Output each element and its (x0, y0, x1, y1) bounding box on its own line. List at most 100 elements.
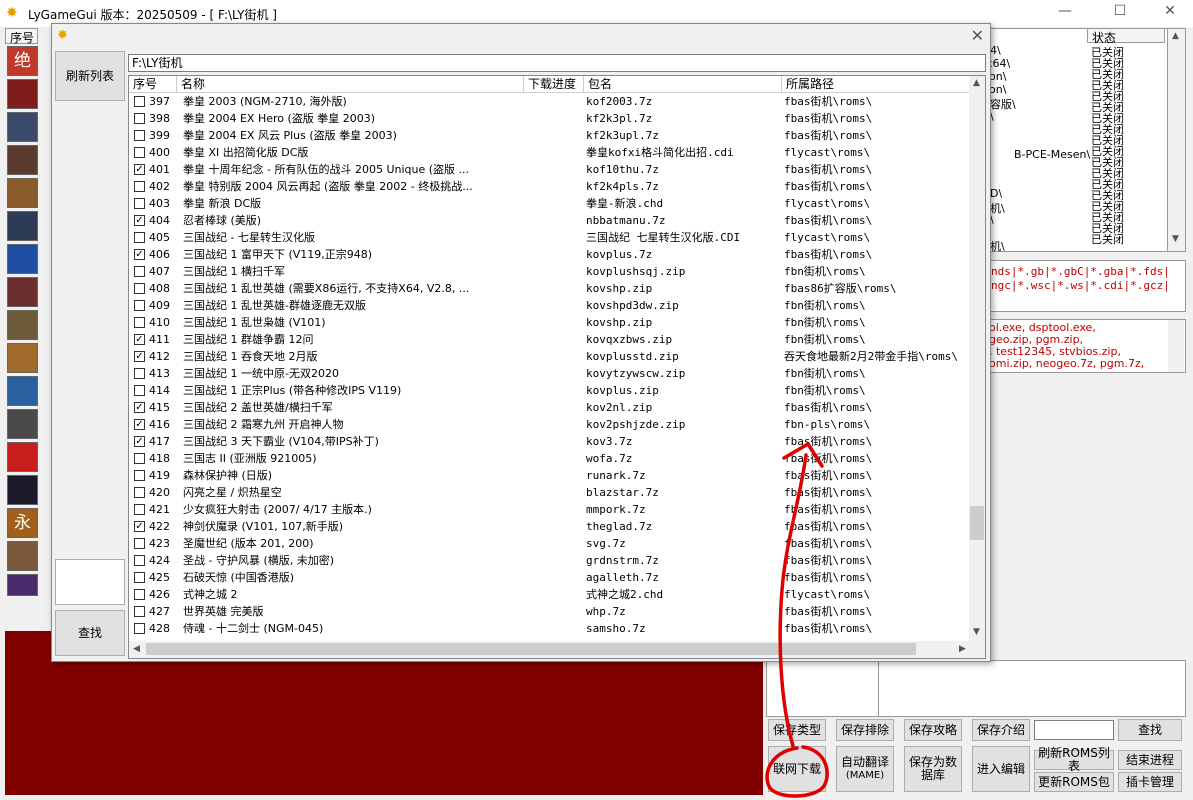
table-row[interactable]: 405 三国战纪 - 七星转生汉化版 三国战纪 七星转生汉化版.CDI flycast… (129, 229, 969, 246)
scroll-down-icon[interactable]: ▼ (973, 627, 980, 637)
rom-list-grid[interactable]: 序号 名称 下载进度 包名 所属路径 397 拳皇 2003 (NGM-2710,… (128, 75, 986, 659)
update-roms-button[interactable]: 更新ROMS包 (1034, 772, 1114, 792)
save-exclude-button[interactable]: 保存排除 (836, 719, 894, 741)
game-avatar[interactable] (7, 409, 38, 439)
row-checkbox[interactable] (134, 300, 145, 311)
table-row[interactable]: 409 三国战纪 1 乱世英雄-群雄逐鹿无双版 kovshpd3dw.zip fbn街… (129, 297, 969, 314)
row-checkbox[interactable] (134, 147, 145, 158)
row-checkbox[interactable] (134, 606, 145, 617)
table-row[interactable]: 425 石破天惊 (中国香港版) agalleth.7z fbas街机\roms\ (129, 569, 969, 586)
table-row[interactable]: 413 三国战纪 1 一统中原-无双2020 kovytzywscw.zip fbn街… (129, 365, 969, 382)
game-avatar[interactable] (7, 244, 38, 274)
row-checkbox[interactable] (134, 487, 145, 498)
row-checkbox[interactable] (134, 96, 145, 107)
status-scrollbar[interactable]: ▲ ▼ (1167, 28, 1186, 252)
row-checkbox[interactable] (134, 113, 145, 124)
row-checkbox[interactable] (134, 232, 145, 243)
row-checkbox[interactable]: ✓ (134, 215, 145, 226)
online-download-button[interactable]: 联网下载 (768, 746, 826, 792)
bios-files-panel[interactable]: ol.exe, dsptool.exe, geo.zip, pgm.zip, ,… (960, 319, 1186, 373)
game-avatar[interactable] (7, 475, 38, 505)
table-row[interactable]: 418 三国志 II (亚洲版 921005) wofa.7z fbas街机\roms… (129, 450, 969, 467)
minimize-button[interactable]: — (1050, 3, 1080, 23)
row-checkbox[interactable] (134, 317, 145, 328)
game-avatar[interactable] (7, 343, 38, 373)
table-row[interactable]: 419 森林保护神 (日版) runark.7z fbas街机\roms\ (129, 467, 969, 484)
save-type-button[interactable]: 保存类型 (768, 719, 826, 741)
card-manage-button[interactable]: 插卡管理 (1118, 772, 1182, 792)
table-row[interactable]: 408 三国战纪 1 乱世英雄 (需要X86运行, 不支持X64, V2.8, .… (129, 280, 969, 297)
game-avatar[interactable] (7, 277, 38, 307)
table-row[interactable]: 399 拳皇 2004 EX 风云 Plus (盗版 拳皇 2003) kf2k3u… (129, 127, 969, 144)
path-field[interactable]: F:\LY街机 (128, 54, 986, 72)
row-checkbox[interactable]: ✓ (134, 351, 145, 362)
game-avatar[interactable] (7, 574, 38, 596)
game-avatar[interactable] (7, 79, 38, 109)
table-row[interactable]: 424 圣战 - 守护风暴 (横版, 未加密) grdnstrm.7z fbas街机\… (129, 552, 969, 569)
row-checkbox[interactable] (134, 572, 145, 583)
table-row[interactable]: 403 拳皇 新浪 DC版 拳皇-新浪.chd flycast\roms\ (129, 195, 969, 212)
row-checkbox[interactable] (134, 198, 145, 209)
table-row[interactable]: ✓ 415 三国战纪 2 盖世英雄/横扫千军 kov2nl.zip fbas街机\rom… (129, 399, 969, 416)
table-row[interactable]: ✓ 404 忍者棒球 (美版) nbbatmanu.7z fbas街机\roms\ (129, 212, 969, 229)
game-avatar[interactable] (7, 178, 38, 208)
row-checkbox[interactable] (134, 130, 145, 141)
table-row[interactable]: 423 圣魔世纪 (版本 201, 200) svg.7z fbas街机\roms\ (129, 535, 969, 552)
column-path[interactable]: 所属路径 (782, 76, 969, 92)
table-row[interactable]: 402 拳皇 特别版 2004 风云再起 (盗版 拳皇 2002 - 终极挑战..… (129, 178, 969, 195)
table-row[interactable]: ✓ 422 神剑伏魔录 (V101, 107,新手版) theglad.7z fbas街… (129, 518, 969, 535)
row-checkbox[interactable] (134, 504, 145, 515)
refresh-list-button[interactable]: 刷新列表 (55, 51, 125, 101)
vertical-scroll-thumb[interactable] (970, 505, 984, 540)
game-avatar[interactable] (7, 112, 38, 142)
row-checkbox[interactable]: ✓ (134, 419, 145, 430)
save-database-button[interactable]: 保存为数 据库 (904, 746, 962, 792)
row-checkbox[interactable] (134, 181, 145, 192)
column-num[interactable]: 序号 (129, 76, 177, 92)
row-checkbox[interactable]: ✓ (134, 164, 145, 175)
grid-vertical-scrollbar[interactable]: ▲ ▼ (969, 76, 985, 641)
row-checkbox[interactable] (134, 538, 145, 549)
row-checkbox[interactable] (134, 470, 145, 481)
find-input[interactable] (55, 559, 125, 605)
table-row[interactable]: 407 三国战纪 1 横扫千军 kovplushsqj.zip fbn街机\roms\ (129, 263, 969, 280)
column-progress[interactable]: 下载进度 (524, 76, 584, 92)
search-input[interactable] (1034, 720, 1114, 740)
table-row[interactable]: ✓ 417 三国战纪 3 天下霸业 (V104,带IPS补丁) kov3.7z fbas… (129, 433, 969, 450)
dialog-close-button[interactable]: ✕ (971, 26, 984, 45)
end-process-button[interactable]: 结束进程 (1118, 750, 1182, 770)
save-guide-button[interactable]: 保存攻略 (904, 719, 962, 741)
game-avatar[interactable] (7, 442, 38, 472)
table-row[interactable]: 400 拳皇 XI 出招简化版 DC版 拳皇kofxi格斗简化出招.cdi flyca… (129, 144, 969, 161)
row-checkbox[interactable] (134, 453, 145, 464)
column-package[interactable]: 包名 (584, 76, 782, 92)
find-button[interactable]: 查找 (55, 610, 125, 656)
row-checkbox[interactable] (134, 385, 145, 396)
table-row[interactable]: ✓ 416 三国战纪 2 霜寒九州 开启神人物 kov2pshjzde.zip fbn-… (129, 416, 969, 433)
row-checkbox[interactable] (134, 266, 145, 277)
horizontal-scroll-thumb[interactable] (146, 643, 916, 655)
game-avatar[interactable] (7, 541, 38, 571)
table-row[interactable]: 410 三国战纪 1 乱世枭雄 (V101) kovshp.zip fbn街机\rom… (129, 314, 969, 331)
game-avatar[interactable] (7, 376, 38, 406)
table-row[interactable]: 397 拳皇 2003 (NGM-2710, 海外版) kof2003.7z fbas… (129, 93, 969, 110)
refresh-roms-list-button[interactable]: 刷新ROMS列表 (1034, 747, 1114, 773)
table-row[interactable]: 427 世界英雄 完美版 whp.7z fbas街机\roms\ (129, 603, 969, 620)
game-avatar[interactable] (7, 211, 38, 241)
game-avatar[interactable] (7, 145, 38, 175)
row-checkbox[interactable]: ✓ (134, 521, 145, 532)
extensions-panel[interactable]: nds|*.gb|*.gbC|*.gba|*.fds| ngc|*.wsc|*.… (960, 260, 1186, 312)
row-checkbox[interactable] (134, 555, 145, 566)
scroll-right-icon[interactable]: ▶ (959, 644, 966, 654)
game-avatar[interactable]: 永 (7, 508, 38, 538)
row-checkbox[interactable] (134, 589, 145, 600)
row-checkbox[interactable] (134, 283, 145, 294)
grid-horizontal-scrollbar[interactable]: ◀ ▶ (129, 641, 985, 658)
row-checkbox[interactable]: ✓ (134, 436, 145, 447)
row-checkbox[interactable]: ✓ (134, 334, 145, 345)
close-button[interactable]: ✕ (1155, 3, 1185, 23)
table-row[interactable]: ✓ 406 三国战纪 1 富甲天下 (V119,正宗948) kovplus.7z fb… (129, 246, 969, 263)
column-name[interactable]: 名称 (177, 76, 524, 92)
row-checkbox[interactable] (134, 368, 145, 379)
table-row[interactable]: ✓ 412 三国战纪 1 吞食天地 2月版 kovplusstd.zip 吞天食地最新2… (129, 348, 969, 365)
